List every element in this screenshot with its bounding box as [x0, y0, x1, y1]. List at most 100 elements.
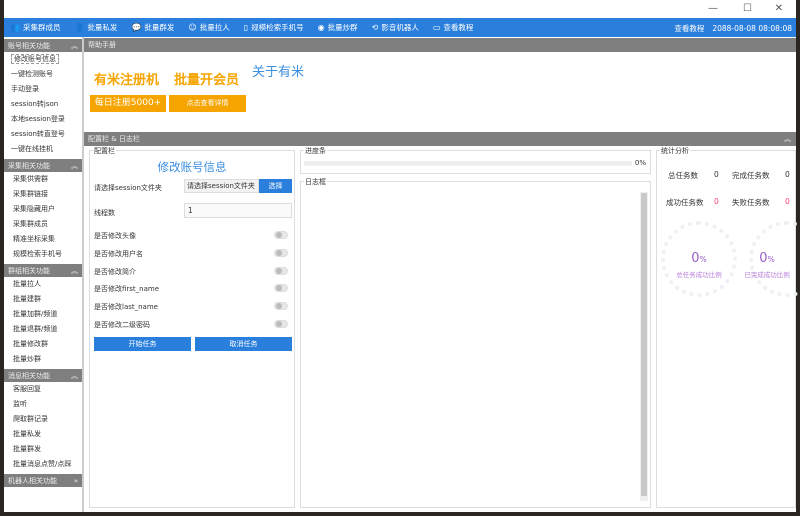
sidebar-item[interactable]: session转直登号 [4, 127, 82, 142]
sidebar-item[interactable]: 批量群发 [4, 442, 82, 457]
sidebar-item[interactable]: 批量私发 [4, 427, 82, 442]
sidebar-group-header[interactable]: 消息相关功能 ︽ [4, 369, 82, 382]
maximize-button[interactable]: ☐ [743, 3, 752, 14]
sidebar-item-label: 监听 [13, 400, 27, 408]
view-details-button[interactable]: 点击查看详情 [169, 95, 246, 112]
sidebar-item[interactable]: 规模检索手机号 [4, 247, 82, 262]
total-tasks-label: 总任务数 [668, 171, 698, 180]
sidebar-item[interactable]: 手动登录 [4, 82, 82, 97]
toggle-row: 是否修改简介 [94, 266, 290, 277]
toggle-switch[interactable] [274, 302, 288, 311]
toggle-label: 是否修改last_name [94, 303, 158, 312]
sidebar-item[interactable]: 批量退群/频道 [4, 322, 82, 337]
sidebar-item[interactable]: 爬取群记录 [4, 412, 82, 427]
sidebar-item-label: 采集供需群 [13, 175, 48, 183]
tutorial-link[interactable]: 查看教程 [674, 24, 704, 33]
toolbar-book-button[interactable]: ▭ 查看教程 [433, 22, 474, 33]
toolbar-user-add-button[interactable]: ☺ 批量拉人 [188, 22, 229, 33]
sidebar-item[interactable]: 批量消息点赞/点踩 [4, 457, 82, 472]
close-button[interactable]: ✕ [775, 3, 783, 14]
sidebar-item-label: session转直登号 [11, 130, 65, 138]
sidebar-item[interactable]: 修改账号信息 [4, 52, 82, 67]
toggle-row: 是否修改头像 [94, 231, 290, 241]
sidebar-item-label: 批量建群 [13, 295, 41, 303]
chevron-up-icon: ︽ [71, 371, 78, 380]
sidebar-item-label: 采集隐藏用户 [13, 205, 55, 213]
phone-icon: ▯ [243, 23, 249, 32]
sidebar: 账号相关功能 ︽ 修改账号信息 一键检测账号 手动登录 session转json 本地ses… [4, 37, 82, 512]
log-panel: 日志框 [300, 177, 651, 508]
sidebar-item[interactable]: 一键检测账号 [4, 67, 82, 82]
choose-button[interactable]: 选择 [259, 179, 292, 193]
ring1-value: 0 [691, 251, 700, 266]
group-title: 消息相关功能 [8, 371, 50, 380]
toolbar-phone-button[interactable]: ▯ 规模检索手机号 [244, 22, 304, 33]
about-link[interactable]: 关于有米 [252, 61, 304, 80]
sidebar-item-label: 批量炒群 [13, 355, 41, 363]
sidebar-group-header[interactable]: 账号相关功能 ︽ [4, 39, 82, 52]
progress-value: 0% [634, 159, 646, 167]
sidebar-item[interactable]: 精准坐标采集 [4, 232, 82, 247]
toggle-switch[interactable] [274, 231, 288, 239]
toggle-switch[interactable] [274, 248, 288, 257]
config-panel: 配置栏 修改账号信息 请选择session文件夹 请选择session文件夹 选… [89, 146, 295, 508]
threads-input[interactable]: 1 [184, 203, 292, 218]
sidebar-item-label: 采集群成员 [13, 220, 48, 228]
toggle-label: 是否修改简介 [94, 267, 136, 276]
sidebar-item[interactable]: 监听 [4, 397, 82, 412]
sidebar-item[interactable]: session转json [4, 97, 82, 112]
minimize-button[interactable]: — [708, 3, 718, 14]
ad-vip[interactable]: 批量开会员 [174, 69, 239, 88]
toolbar-user-send-button[interactable]: 👤 批量私发 [74, 22, 117, 33]
sidebar-item[interactable]: 一键在线挂机 [4, 142, 82, 157]
sidebar-item[interactable]: 本地session登录 [4, 112, 82, 127]
section-title: 配置栏 & 日志栏 [88, 135, 140, 143]
sidebar-item-label: 批量群发 [13, 445, 41, 453]
session-folder-input[interactable]: 请选择session文件夹 [184, 179, 259, 193]
sidebar-item[interactable]: 采集群成员 [4, 217, 82, 232]
group-title: 账号相关功能 [8, 41, 50, 50]
toolbar-chat-button[interactable]: 💬 批量群发 [131, 22, 174, 33]
stats-panel: 统计分析 总任务数 0 完成任务数 0 成功任务数 0 失败任务数 0 0% 总… [656, 146, 800, 508]
toolbar-users-button[interactable]: 👥 采集群成员 [10, 22, 60, 33]
daily-register-button[interactable]: 每日注册5000+ [90, 95, 166, 112]
datetime: 2088-08-08 08:08:08 [712, 24, 792, 33]
sidebar-item-label: 本地session登录 [11, 115, 65, 123]
chevron-up-icon[interactable]: ︽ [784, 132, 791, 146]
book-icon: ▭ [432, 23, 441, 32]
sidebar-item[interactable]: 采集供需群 [4, 172, 82, 187]
sidebar-item[interactable]: 批量建群 [4, 292, 82, 307]
cancel-task-button[interactable]: 取消任务 [195, 337, 292, 351]
ad-banner: 有米注册机 批量开会员 关于有米 每日注册5000+ 点击查看详情 [84, 52, 796, 131]
toggle-switch[interactable] [274, 284, 288, 293]
sidebar-item[interactable]: 批量拉人 [4, 277, 82, 292]
config-heading: 修改账号信息 [157, 160, 227, 174]
chat-icon: 💬 [131, 23, 142, 32]
sidebar-item[interactable]: 批量加群/频道 [4, 307, 82, 322]
toolbar-label: 批量拉人 [199, 23, 230, 32]
sidebar-item[interactable]: 采集隐藏用户 [4, 202, 82, 217]
sidebar-item-label: 批量退群/频道 [13, 325, 58, 333]
sidebar-item[interactable]: 客服回复 [4, 382, 82, 397]
ad-register[interactable]: 有米注册机 [94, 69, 159, 88]
sidebar-group-header[interactable]: 群组相关功能 ︽ [4, 264, 82, 277]
toolbar-robot-button[interactable]: ⟲ 影音机器人 [372, 22, 419, 33]
main-area: 帮助手册 有米注册机 批量开会员 关于有米 每日注册5000+ 点击查看详情 配… [82, 37, 800, 512]
log-scrollbar[interactable] [640, 192, 648, 501]
toggle-switch[interactable] [274, 266, 288, 275]
help-title: 帮助手册 [88, 41, 116, 49]
toolbar-fire-button[interactable]: ◉ 批量炒群 [318, 22, 358, 33]
sidebar-item-label: 爬取群记录 [13, 415, 48, 423]
help-header[interactable]: 帮助手册 [84, 38, 796, 52]
toggle-switch[interactable] [274, 320, 288, 328]
start-task-button[interactable]: 开始任务 [94, 337, 191, 351]
sidebar-item-label: 批量拉人 [13, 280, 41, 288]
toolbar-label: 批量私发 [87, 23, 118, 32]
sidebar-item[interactable]: 批量修改群 [4, 337, 82, 352]
sidebar-group-header[interactable]: 采集相关功能 ︽ [4, 159, 82, 172]
sidebar-item[interactable]: 批量炒群 [4, 352, 82, 367]
sidebar-group-header[interactable]: 机器人相关功能 » [4, 474, 82, 487]
sidebar-item-label: session转json [11, 100, 59, 108]
sidebar-item[interactable]: 采集群链接 [4, 187, 82, 202]
section-header[interactable]: 配置栏 & 日志栏 ︽ [84, 132, 796, 146]
